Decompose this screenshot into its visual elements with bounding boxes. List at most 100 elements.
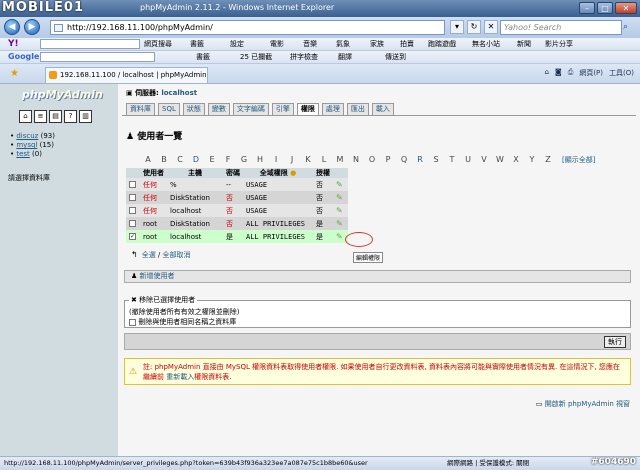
toolbar-item[interactable]: 設定 xyxy=(230,39,244,49)
toolbar-item[interactable]: 新聞 xyxy=(517,39,531,49)
maximize-button[interactable]: □ xyxy=(597,2,613,14)
toolbar-item[interactable]: 拍賣 xyxy=(400,39,414,49)
letter[interactable]: L xyxy=(316,155,332,165)
letter[interactable]: O xyxy=(364,155,380,165)
mysql-docs-icon[interactable]: ▥ xyxy=(79,110,92,123)
toolbar-item[interactable]: 電影 xyxy=(270,39,284,49)
edit-privileges-icon[interactable]: ✎ xyxy=(336,193,345,202)
feed-icon[interactable]: ◙ xyxy=(555,68,562,78)
row-checkbox[interactable] xyxy=(129,181,136,188)
letter[interactable]: H xyxy=(252,155,268,165)
letter[interactable]: K xyxy=(300,155,316,165)
toolbar-item[interactable]: 氣象 xyxy=(336,39,350,49)
tab-engines[interactable]: 引擎 xyxy=(271,103,294,115)
row-checkbox[interactable] xyxy=(129,207,136,214)
uncheck-all-link[interactable]: 全部取消 xyxy=(163,251,191,259)
list-item[interactable]: discuz (93) xyxy=(10,132,55,141)
toolbar-item[interactable]: 書籤 xyxy=(196,52,210,62)
toolbar-item[interactable]: 音樂 xyxy=(303,39,317,49)
edit-privileges-icon[interactable]: ✎ xyxy=(336,219,345,228)
letter[interactable]: G xyxy=(236,155,252,165)
row-checkbox[interactable] xyxy=(129,194,136,201)
letter[interactable]: S xyxy=(428,155,444,165)
edit-privileges-icon[interactable]: ✎ xyxy=(336,206,345,215)
favorites-star-icon[interactable]: ★ xyxy=(10,68,19,79)
tab-processes[interactable]: 處理 xyxy=(321,103,344,115)
google-logo[interactable]: Google xyxy=(8,52,39,61)
browser-tab[interactable]: 192.168.11.100 / localhost | phpMyAdmin … xyxy=(45,67,208,83)
toolbar-item[interactable]: 拼字檢查 xyxy=(290,52,318,62)
toolbar-item[interactable]: 傳送到 xyxy=(385,52,406,62)
tab-sql[interactable]: SQL xyxy=(158,103,180,115)
letter[interactable]: P xyxy=(380,155,396,165)
yahoo-search-box[interactable] xyxy=(40,39,140,49)
drop-db-checkbox[interactable] xyxy=(129,318,136,326)
tab-privileges[interactable]: 權限 xyxy=(296,103,319,115)
letter[interactable]: B xyxy=(156,155,172,165)
phpmyadmin-logo[interactable]: phpMyAdmin xyxy=(22,88,103,101)
edit-privileges-icon[interactable]: ✎ xyxy=(336,180,345,189)
home-icon[interactable]: ⌂ xyxy=(544,68,548,78)
minimize-button[interactable]: – xyxy=(579,2,595,14)
reload-link[interactable]: 重新載入 xyxy=(166,373,194,381)
letter[interactable]: F xyxy=(220,155,236,165)
tools-menu[interactable]: 工具(O) xyxy=(609,68,634,78)
sql-icon[interactable]: ≡ xyxy=(34,110,47,123)
letter[interactable]: V xyxy=(476,155,492,165)
toolbar-item[interactable]: 影片分享 xyxy=(545,39,573,49)
letter[interactable]: T xyxy=(444,155,460,165)
forward-button[interactable]: ▶ xyxy=(24,19,40,35)
google-search-box[interactable] xyxy=(40,52,155,62)
letter[interactable]: Q xyxy=(396,155,412,165)
letter[interactable]: E xyxy=(204,155,220,165)
letter[interactable]: X xyxy=(508,155,524,165)
add-user-link[interactable]: 新增使用者 xyxy=(140,272,175,280)
new-window-link[interactable]: ▭ 開啟新 phpMyAdmin 視窗 xyxy=(536,399,630,409)
tab-databases[interactable]: 資料庫 xyxy=(126,103,155,115)
tab-export[interactable]: 匯出 xyxy=(346,103,369,115)
close-button[interactable]: ✕ xyxy=(615,2,637,14)
letter[interactable]: R xyxy=(412,155,428,165)
go-button[interactable]: 執行 xyxy=(604,336,626,348)
letter[interactable]: N xyxy=(348,155,364,165)
dropdown-icon[interactable]: ▾ xyxy=(450,20,464,34)
query-window-icon[interactable]: ▤ xyxy=(49,110,62,123)
edit-privileges-icon[interactable]: ✎ xyxy=(336,232,345,241)
yahoo-logo[interactable]: Y! xyxy=(8,39,19,49)
refresh-icon[interactable]: ↻ xyxy=(467,20,481,34)
toolbar-item[interactable]: 家族 xyxy=(370,39,384,49)
search-icon[interactable]: ⌕ xyxy=(623,21,637,35)
letter[interactable]: J xyxy=(284,155,300,165)
tab-import[interactable]: 載入 xyxy=(371,103,394,115)
toolbar-item[interactable]: 網頁搜尋 xyxy=(144,39,172,49)
toolbar-item[interactable]: 無名小站 xyxy=(472,39,500,49)
back-button[interactable]: ◀ xyxy=(4,19,20,35)
letter[interactable]: Y xyxy=(524,155,540,165)
letter[interactable]: C xyxy=(172,155,188,165)
letter[interactable]: M xyxy=(332,155,348,165)
toolbar-item[interactable]: 25 已攔截 xyxy=(240,52,272,62)
search-input[interactable]: Yahoo! Search ⌕ xyxy=(500,20,628,35)
toolbar-item[interactable]: 書籤 xyxy=(190,39,204,49)
tab-status[interactable]: 狀態 xyxy=(182,103,205,115)
row-checkbox[interactable]: ✓ xyxy=(129,233,136,240)
letter[interactable]: I xyxy=(268,155,284,165)
show-all-link[interactable]: [顯示全部] xyxy=(562,155,595,165)
letter[interactable]: W xyxy=(492,155,508,165)
tab-charsets[interactable]: 文字編碼 xyxy=(232,103,269,115)
page-menu[interactable]: 網頁(P) xyxy=(579,68,603,78)
letter[interactable]: U xyxy=(460,155,476,165)
server-link[interactable]: localhost xyxy=(161,89,197,97)
letter[interactable]: A xyxy=(140,155,156,165)
letter[interactable]: Z xyxy=(540,155,556,165)
toolbar-item[interactable]: 跑踏遊戲 xyxy=(428,39,456,49)
print-icon[interactable]: ⎙ xyxy=(568,68,574,78)
url-input[interactable]: http://192.168.11.100/phpMyAdmin/ xyxy=(50,20,445,35)
docs-icon[interactable]: ? xyxy=(64,110,77,123)
stop-icon[interactable]: ✕ xyxy=(484,20,498,34)
home-icon[interactable]: ⌂ xyxy=(19,110,32,123)
row-checkbox[interactable] xyxy=(129,220,136,227)
check-all-link[interactable]: 全選 xyxy=(142,251,156,259)
list-item[interactable]: mysql (15) xyxy=(10,141,55,150)
toolbar-item[interactable]: 翻譯 xyxy=(338,52,352,62)
